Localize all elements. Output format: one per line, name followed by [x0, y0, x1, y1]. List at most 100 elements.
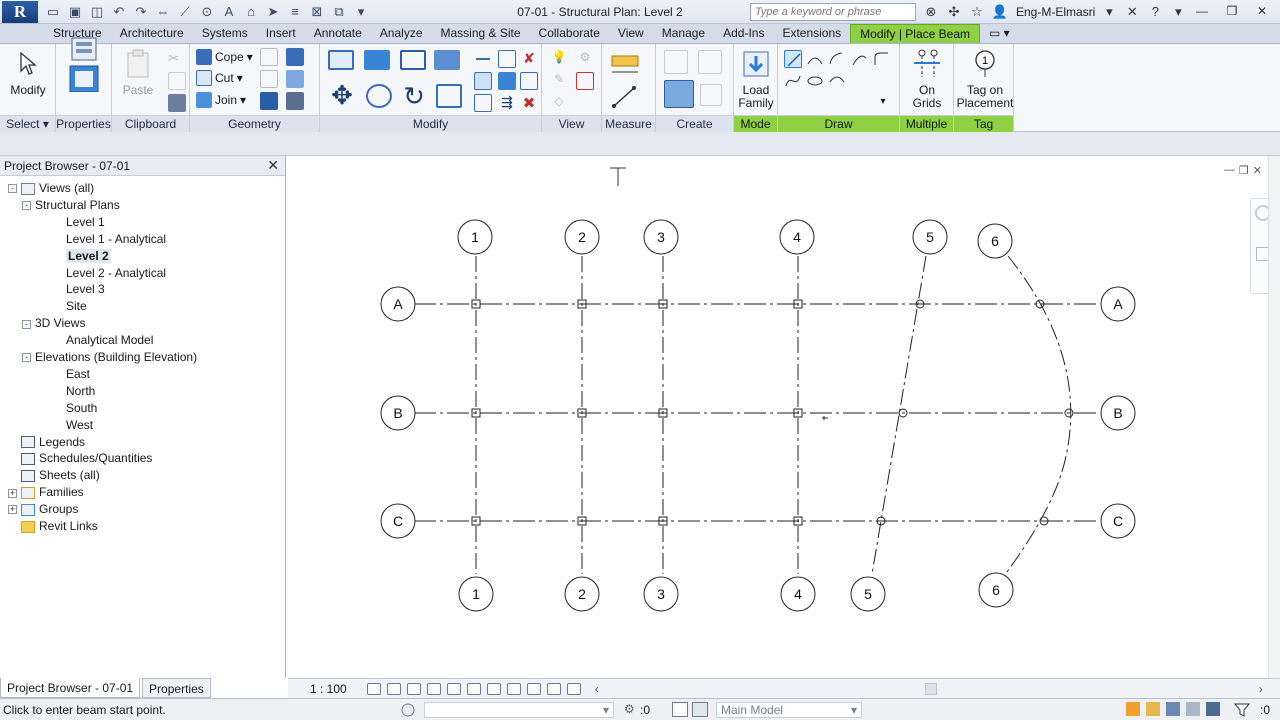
design-option-dropdown[interactable]: Main Model ▾	[716, 702, 862, 718]
tag-on-placement-button[interactable]: 1 Tag on Placement	[956, 48, 1014, 110]
highlight-displacement-icon[interactable]	[566, 682, 581, 695]
grid-bubble[interactable]: 3	[643, 576, 679, 612]
qat-dropdown-icon[interactable]: ▾	[352, 3, 370, 21]
redo-icon[interactable]: ↷	[132, 3, 150, 21]
delete-icon[interactable]: ✖	[520, 94, 538, 112]
mirror-axis-icon[interactable]	[400, 50, 426, 70]
close-icon[interactable]: ✕	[267, 157, 279, 174]
drawing-area[interactable]: 1 1 2 2 3 3 4 4 5 5 6 6 A A B B C C — ❐ ✕	[288, 156, 1280, 678]
collapse-icon[interactable]: -	[22, 201, 31, 211]
measure-distance-icon[interactable]	[610, 50, 640, 76]
reveal-hidden-icon[interactable]	[526, 682, 541, 695]
drag-on-selection-icon[interactable]	[1206, 702, 1220, 716]
align-icon[interactable]	[328, 50, 354, 70]
exchange-icon[interactable]: ✕	[1123, 3, 1141, 21]
grid-bubble[interactable]: 5	[912, 219, 948, 255]
expand-icon[interactable]: +	[8, 505, 17, 515]
collapse-icon[interactable]: -	[22, 353, 31, 363]
copy-modify-icon[interactable]	[366, 84, 392, 108]
grid-bubble[interactable]: A	[380, 286, 416, 322]
browser-view-item[interactable]: Level 1	[66, 214, 105, 231]
scroll-left-icon[interactable]: ‹	[595, 682, 599, 696]
browser-category[interactable]: Schedules/Quantities	[8, 450, 152, 467]
browser-view-item[interactable]: Level 3	[66, 281, 105, 298]
undo-icon[interactable]: ↶	[110, 3, 128, 21]
scroll-right-icon[interactable]: ›	[1259, 682, 1263, 696]
cut-clipboard-icon[interactable]: ✂	[168, 50, 186, 68]
tab-view[interactable]: View	[609, 24, 653, 43]
editing-requests-icon[interactable]: ⚙	[624, 702, 638, 718]
app-menu-button[interactable]: R	[2, 1, 38, 23]
array-icon[interactable]	[474, 72, 492, 90]
expand-icon[interactable]: +	[8, 488, 17, 498]
match-type-icon[interactable]	[168, 94, 186, 112]
modify-button[interactable]: Modify	[6, 48, 50, 97]
create-parts-icon[interactable]	[698, 50, 722, 74]
copy-icon[interactable]	[168, 72, 186, 90]
linework-icon[interactable]	[286, 92, 304, 110]
show-crop-icon[interactable]	[466, 682, 481, 695]
demolish-icon[interactable]	[286, 70, 304, 88]
filter-icon[interactable]	[1233, 702, 1251, 718]
search-input[interactable]: Type a keyword or phrase	[750, 3, 916, 21]
crop-view-icon[interactable]	[446, 682, 461, 695]
tab-annotate[interactable]: Annotate	[305, 24, 371, 43]
grid-bubble[interactable]: 3	[643, 219, 679, 255]
browser-view-item[interactable]: Analytical Model	[66, 332, 153, 349]
tab-architecture[interactable]: Architecture	[111, 24, 193, 43]
ribbon-minimize-icon[interactable]: ▭ ▾	[980, 24, 1019, 43]
wall-joins-icon[interactable]	[260, 48, 278, 66]
browser-category[interactable]: - Views (all)	[8, 180, 94, 197]
switch-windows-icon[interactable]: ⧉	[330, 3, 348, 21]
visual-style-icon[interactable]	[386, 682, 401, 695]
select-pinned-icon[interactable]	[1166, 702, 1180, 716]
structural-plan-canvas[interactable]: 1 1 2 2 3 3 4 4 5 5 6 6 A A B B C C	[288, 156, 1280, 678]
browser-view-item[interactable]: West	[66, 417, 93, 434]
grid-bubble[interactable]: C	[1100, 503, 1136, 539]
browser-view-item[interactable]: North	[66, 383, 95, 400]
grid-bubble[interactable]: 1	[458, 576, 494, 612]
paint-icon[interactable]	[260, 70, 278, 88]
thin-lines-icon[interactable]: ≡	[286, 3, 304, 21]
aligned-dimension-icon[interactable]	[610, 84, 640, 110]
override-icon[interactable]: ⚙	[576, 50, 594, 68]
workset-dropdown[interactable]: ▾	[424, 702, 614, 718]
horizontal-scroll-thumb[interactable]	[924, 682, 937, 695]
browser-view-item[interactable]: East	[66, 366, 90, 383]
help-icon[interactable]: ?	[1146, 3, 1164, 21]
browser-view-item[interactable]: Level 2 - Analytical	[66, 265, 166, 282]
draw-gallery-dropdown-icon[interactable]: ▾	[874, 96, 892, 114]
analytical-model-icon[interactable]	[546, 682, 561, 695]
tab-systems[interactable]: Systems	[193, 24, 257, 43]
tab-project-browser[interactable]: Project Browser - 07-01	[0, 678, 141, 698]
star-icon[interactable]: ☆	[968, 3, 986, 21]
similar-icon[interactable]	[700, 84, 722, 106]
close-view-icon[interactable]: ✕	[1253, 164, 1262, 177]
fillet-arc-icon[interactable]	[872, 50, 890, 68]
unpin-icon[interactable]	[498, 72, 516, 90]
browser-view-item[interactable]: Site	[66, 298, 87, 315]
grid-bubble[interactable]: B	[1100, 395, 1136, 431]
browser-view-item[interactable]: Level 2	[66, 248, 111, 265]
browser-category[interactable]: Sheets (all)	[8, 467, 100, 484]
tab-manage[interactable]: Manage	[653, 24, 714, 43]
paste-button[interactable]: Paste	[118, 48, 158, 97]
grid-bubble[interactable]: 2	[564, 576, 600, 612]
tab-massing-site[interactable]: Massing & Site	[432, 24, 530, 43]
create-group-icon[interactable]	[664, 80, 694, 108]
view-scale[interactable]: 1 : 100	[310, 682, 347, 696]
load-family-button[interactable]: Load Family	[736, 48, 776, 110]
rotate-icon[interactable]: ↻	[400, 82, 428, 110]
tab-add-ins[interactable]: Add-Ins	[714, 24, 773, 43]
start-end-arc-icon[interactable]	[806, 50, 824, 68]
binoculars-icon[interactable]: ⊗	[922, 3, 940, 21]
browser-view-item[interactable]: South	[66, 400, 97, 417]
type-properties-button[interactable]	[64, 37, 104, 92]
create-assembly-icon[interactable]	[664, 50, 688, 74]
close-icon[interactable]: ✕	[1248, 1, 1276, 21]
delete-element-icon[interactable]: ✘	[520, 50, 538, 68]
split-face-icon[interactable]	[286, 48, 304, 66]
browser-category[interactable]: + Groups	[8, 501, 78, 518]
chevron-down-icon[interactable]: ▾	[1100, 3, 1118, 21]
tag-icon[interactable]: ⊙	[198, 3, 216, 21]
